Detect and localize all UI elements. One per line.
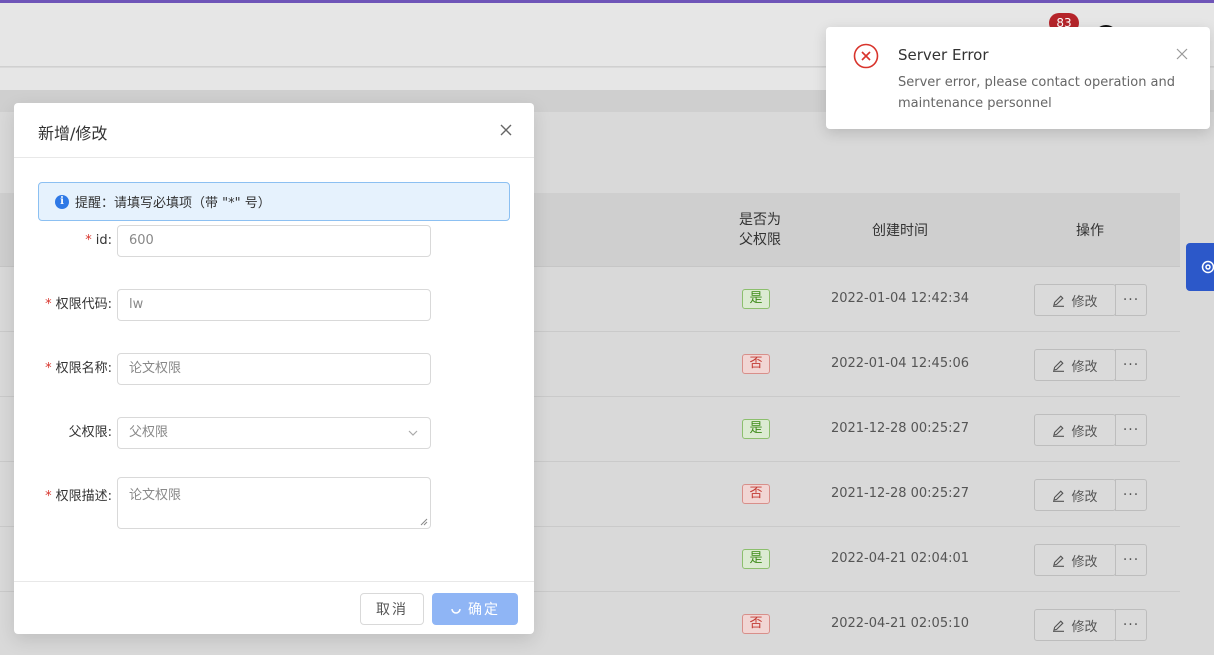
desc-label: * 权限描述: xyxy=(45,489,112,504)
is-parent-tag: 否 xyxy=(742,484,770,504)
edit-button-label: 修改 xyxy=(1071,489,1098,505)
desc-value: 论文权限 xyxy=(129,488,182,503)
close-icon[interactable] xyxy=(1176,48,1188,60)
more-actions-button[interactable]: ··· xyxy=(1115,414,1147,446)
edit-icon xyxy=(1053,619,1065,632)
edit-button[interactable]: 修改 xyxy=(1034,349,1116,381)
form-row-name: * 权限名称: 论文权限 xyxy=(14,353,534,385)
parent-permission-select[interactable]: 父权限 xyxy=(117,417,431,449)
more-actions-button[interactable]: ··· xyxy=(1115,349,1147,381)
is-parent-tag: 否 xyxy=(742,614,770,634)
settings-drawer-button[interactable] xyxy=(1186,243,1214,291)
error-notification: Server Error Server error, please contac… xyxy=(826,27,1210,129)
permission-name-input[interactable]: 论文权限 xyxy=(117,353,431,385)
id-input[interactable]: 600 xyxy=(117,225,431,257)
is-parent-tag: 是 xyxy=(742,419,770,439)
created-at-cell: 2022-04-21 02:04:01 xyxy=(830,551,970,566)
alert-text: 提醒：请填写必填项（带 "*" 号） xyxy=(75,196,271,211)
edit-button[interactable]: 修改 xyxy=(1034,479,1116,511)
permission-code-input[interactable]: lw xyxy=(117,289,431,321)
edit-button-label: 修改 xyxy=(1071,554,1098,570)
edit-icon xyxy=(1053,489,1065,502)
edit-icon xyxy=(1053,554,1065,567)
edit-button-label: 修改 xyxy=(1071,424,1098,440)
created-at-cell: 2022-01-04 12:42:34 xyxy=(830,291,970,306)
required-mark: * xyxy=(85,233,92,248)
required-mark: * xyxy=(45,361,52,376)
modal-header: 新增/修改 xyxy=(14,103,534,158)
edit-button-label: 修改 xyxy=(1071,619,1098,635)
parent-select-value: 父权限 xyxy=(129,425,169,440)
modal-title: 新增/修改 xyxy=(38,124,108,143)
more-actions-button[interactable]: ··· xyxy=(1115,479,1147,511)
notification-description: Server error, please contact operation a… xyxy=(898,75,1176,111)
modal-footer: 取消 确定 xyxy=(14,581,534,634)
cancel-button[interactable]: 取消 xyxy=(360,593,424,625)
edit-button-label: 修改 xyxy=(1071,294,1098,310)
column-is-parent: 是否为 父权限 xyxy=(739,212,781,248)
edit-icon xyxy=(1053,424,1065,437)
more-actions-button[interactable]: ··· xyxy=(1115,544,1147,576)
info-icon: i xyxy=(55,194,69,209)
more-actions-button[interactable]: ··· xyxy=(1115,284,1147,316)
created-at-cell: 2022-01-04 12:45:06 xyxy=(830,356,970,371)
resize-handle-icon[interactable] xyxy=(420,518,428,526)
required-mark: * xyxy=(45,297,52,312)
edit-icon xyxy=(1053,294,1065,307)
required-mark: * xyxy=(45,489,52,504)
is-parent-tag: 否 xyxy=(742,354,770,374)
close-icon[interactable] xyxy=(498,122,514,138)
edit-button[interactable]: 修改 xyxy=(1034,284,1116,316)
name-label: * 权限名称: xyxy=(45,361,112,376)
form-row-id: * id: 600 xyxy=(14,225,534,257)
created-at-cell: 2021-12-28 00:25:27 xyxy=(830,486,970,501)
loading-icon xyxy=(451,608,461,614)
parent-label: 父权限: xyxy=(68,425,112,440)
notification-title: Server Error xyxy=(898,46,989,64)
edit-button-label: 修改 xyxy=(1071,359,1098,375)
code-label: * 权限代码: xyxy=(45,297,112,312)
created-at-cell: 2022-04-21 02:05:10 xyxy=(830,616,970,631)
confirm-button-label: 确定 xyxy=(468,602,500,618)
more-actions-button[interactable]: ··· xyxy=(1115,609,1147,641)
edit-button[interactable]: 修改 xyxy=(1034,609,1116,641)
confirm-button[interactable]: 确定 xyxy=(432,593,518,625)
id-label: * id: xyxy=(85,233,112,248)
edit-permission-modal: 新增/修改 i 提醒：请填写必填项（带 "*" 号） * id: 600 * 权限代… xyxy=(14,103,534,634)
column-created-at: 创建时间 xyxy=(872,223,928,239)
created-at-cell: 2021-12-28 00:25:27 xyxy=(830,421,970,436)
gear-icon xyxy=(1201,260,1214,274)
permission-desc-textarea[interactable]: 论文权限 xyxy=(117,477,431,529)
edit-icon xyxy=(1053,359,1065,372)
error-circle-icon xyxy=(853,43,879,69)
edit-button[interactable]: 修改 xyxy=(1034,544,1116,576)
column-operations: 操作 xyxy=(1076,223,1104,239)
form-row-code: * 权限代码: lw xyxy=(14,289,534,321)
form-row-parent: 父权限: 父权限 xyxy=(14,417,534,449)
is-parent-tag: 是 xyxy=(742,549,770,569)
is-parent-tag: 是 xyxy=(742,289,770,309)
form-row-desc: * 权限描述: 论文权限 xyxy=(14,477,534,529)
edit-button[interactable]: 修改 xyxy=(1034,414,1116,446)
required-fields-alert: i 提醒：请填写必填项（带 "*" 号） xyxy=(38,182,510,221)
chevron-down-icon xyxy=(408,430,418,436)
